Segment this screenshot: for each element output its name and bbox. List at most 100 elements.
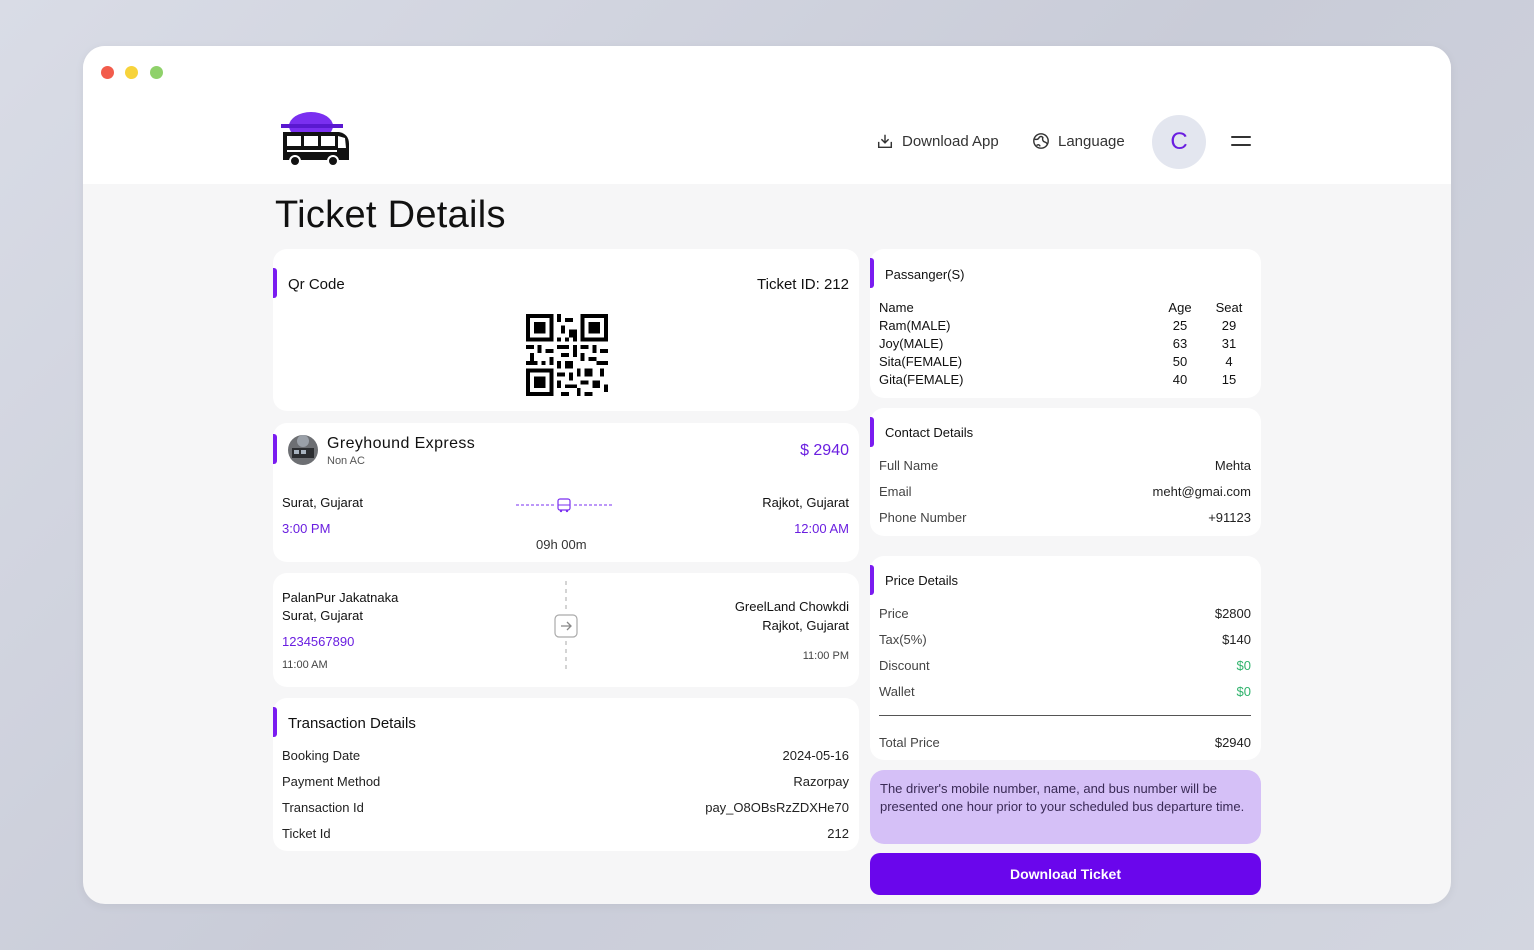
globe-icon bbox=[1033, 133, 1049, 149]
table-row: Gita(FEMALE) 40 15 bbox=[879, 372, 1249, 390]
row-value: 2024-05-16 bbox=[782, 748, 850, 763]
boarding-dropping-card: PalanPur Jakatnaka Surat, Gujarat 123456… bbox=[273, 573, 859, 687]
download-app-link[interactable]: Download App bbox=[876, 132, 999, 150]
row-label: Full Name bbox=[879, 458, 939, 473]
close-window-dot[interactable] bbox=[101, 66, 114, 79]
row-value: 212 bbox=[827, 826, 849, 841]
route-line bbox=[516, 498, 612, 513]
total-price-row: Total Price $2940 bbox=[879, 735, 1251, 750]
transaction-details-card: Transaction Details Booking Date 2024-05… bbox=[273, 698, 859, 851]
row-label: Transaction Id bbox=[282, 800, 364, 815]
row-label: Payment Method bbox=[282, 774, 381, 789]
arrival-time: 12:00 AM bbox=[794, 521, 849, 536]
column-header-name: Name bbox=[879, 300, 914, 315]
page-title: Ticket Details bbox=[275, 194, 506, 236]
departure-time: 3:00 PM bbox=[282, 521, 331, 536]
row-value: meht@gmai.com bbox=[1152, 484, 1251, 499]
section-accent-bar bbox=[273, 268, 277, 298]
to-city: Rajkot, Gujarat bbox=[762, 495, 849, 510]
transaction-row: Payment Method Razorpay bbox=[282, 774, 849, 789]
row-value: pay_O8OBsRzZDXHe70 bbox=[705, 800, 849, 815]
row-value: +91123 bbox=[1208, 510, 1251, 525]
top-navbar: Download App Language C bbox=[83, 46, 1451, 184]
discount-value: $0 bbox=[1236, 658, 1251, 673]
price-row: Discount $0 bbox=[879, 658, 1251, 673]
section-accent-bar bbox=[870, 417, 874, 447]
pickup-time: 11:00 AM bbox=[282, 659, 328, 671]
passenger-seat: 15 bbox=[1221, 372, 1237, 387]
from-city: Surat, Gujarat bbox=[282, 495, 363, 510]
contact-row: Full Name Mehta bbox=[879, 458, 1251, 473]
passengers-card: Passanger(S) Name Age Seat Ram(MALE) 25 … bbox=[870, 249, 1261, 398]
section-accent-bar bbox=[870, 565, 874, 595]
passenger-name: Sita(FEMALE) bbox=[879, 354, 963, 369]
bus-journey-card: Greyhound Express Non AC $ 2940 Surat, G… bbox=[273, 423, 859, 562]
drop-city: Rajkot, Gujarat bbox=[762, 618, 849, 633]
transaction-row: Transaction Id pay_O8OBsRzZDXHe70 bbox=[282, 800, 849, 815]
browser-window: Download App Language C Ticket Details Q… bbox=[83, 46, 1451, 904]
drop-point: GreelLand Chowkdi bbox=[734, 599, 849, 614]
row-value: $140 bbox=[1222, 632, 1251, 647]
passenger-age: 50 bbox=[1172, 354, 1188, 369]
transaction-row: Ticket Id 212 bbox=[282, 826, 849, 841]
ticket-id-label: Ticket ID: 212 bbox=[757, 276, 849, 293]
pickup-point: PalanPur Jakatnaka bbox=[282, 590, 399, 605]
price-row: Tax(5%) $140 bbox=[879, 632, 1251, 647]
table-row: Joy(MALE) 63 31 bbox=[879, 336, 1249, 354]
bus-operator-avatar bbox=[288, 435, 318, 465]
bus-price: $ 2940 bbox=[800, 442, 849, 459]
passenger-age: 40 bbox=[1172, 372, 1188, 387]
contact-row: Email meht@gmai.com bbox=[879, 484, 1251, 499]
contact-details-card: Contact Details Full Name Mehta Email me… bbox=[870, 408, 1261, 536]
pickup-city: Surat, Gujarat bbox=[282, 608, 363, 623]
menu-icon[interactable] bbox=[1231, 136, 1251, 148]
row-value: $2800 bbox=[1214, 606, 1251, 621]
pickup-phone-link[interactable]: 1234567890 bbox=[282, 634, 354, 649]
section-accent-bar bbox=[273, 707, 277, 737]
bus-type: Non AC bbox=[327, 455, 365, 467]
row-label: Price bbox=[879, 606, 909, 621]
row-label: Ticket Id bbox=[282, 826, 331, 841]
minimize-window-dot[interactable] bbox=[125, 66, 138, 79]
price-details-card: Price Details Price $2800 Tax(5%) $140 D… bbox=[870, 556, 1261, 760]
transaction-title: Transaction Details bbox=[288, 715, 416, 732]
maximize-window-dot[interactable] bbox=[150, 66, 163, 79]
download-ticket-button[interactable]: Download Ticket bbox=[870, 853, 1261, 895]
passenger-name: Ram(MALE) bbox=[879, 318, 951, 333]
passenger-seat: 31 bbox=[1221, 336, 1237, 351]
contact-title: Contact Details bbox=[885, 425, 974, 440]
column-header-seat: Seat bbox=[1215, 300, 1243, 315]
bus-name: Greyhound Express bbox=[327, 435, 476, 452]
language-selector[interactable]: Language bbox=[1032, 132, 1125, 150]
row-value: Mehta bbox=[1214, 458, 1251, 473]
section-accent-bar bbox=[273, 434, 277, 464]
passengers-table: Name Age Seat Ram(MALE) 25 29 Joy(MALE) … bbox=[879, 300, 1249, 390]
total-label: Total Price bbox=[879, 735, 940, 750]
download-icon bbox=[877, 134, 893, 149]
bus-logo[interactable] bbox=[279, 108, 353, 170]
user-avatar[interactable]: C bbox=[1152, 115, 1206, 169]
divider bbox=[879, 715, 1251, 716]
row-value: Razorpay bbox=[793, 774, 849, 789]
passenger-seat: 4 bbox=[1225, 354, 1233, 369]
qr-code-card: Qr Code Ticket ID: 212 bbox=[273, 249, 859, 411]
passengers-title: Passanger(S) bbox=[885, 267, 965, 282]
passenger-age: 25 bbox=[1172, 318, 1188, 333]
row-label: Booking Date bbox=[282, 748, 361, 763]
arrow-right-icon bbox=[554, 581, 578, 673]
price-row: Wallet $0 bbox=[879, 684, 1251, 699]
column-header-age: Age bbox=[1168, 300, 1192, 315]
qr-code-image bbox=[526, 314, 608, 396]
price-row: Price $2800 bbox=[879, 606, 1251, 621]
row-label: Phone Number bbox=[879, 510, 967, 525]
table-row: Ram(MALE) 25 29 bbox=[879, 318, 1249, 336]
language-label: Language bbox=[1058, 132, 1125, 150]
wallet-value: $0 bbox=[1236, 684, 1251, 699]
total-value: $2940 bbox=[1214, 735, 1251, 750]
contact-row: Phone Number +91123 bbox=[879, 510, 1251, 525]
price-title: Price Details bbox=[885, 573, 958, 588]
row-label: Email bbox=[879, 484, 912, 499]
journey-duration: 09h 00m bbox=[536, 537, 587, 552]
qr-code-title: Qr Code bbox=[288, 276, 345, 293]
passenger-age: 63 bbox=[1172, 336, 1188, 351]
